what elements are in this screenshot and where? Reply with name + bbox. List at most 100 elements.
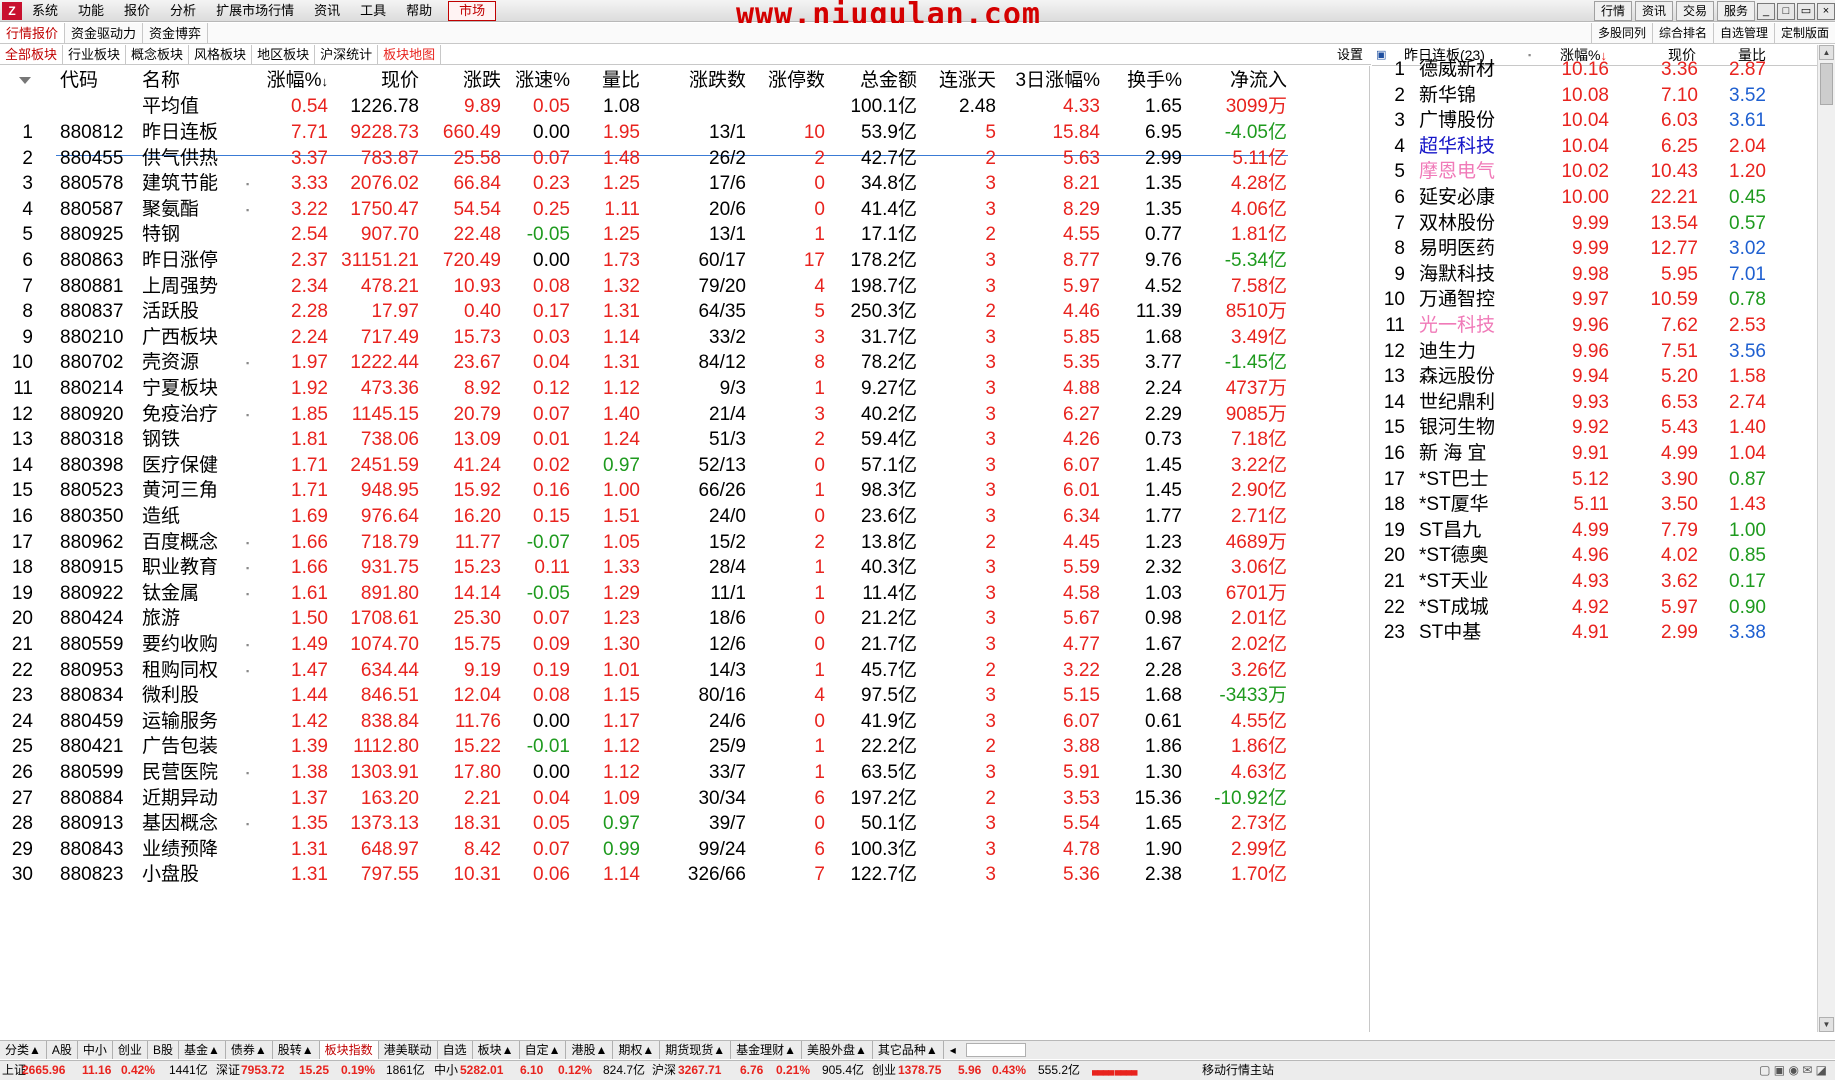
list-item[interactable]: 23 ST中基 4.91 2.99 3.38 <box>1372 618 1817 648</box>
menu-news[interactable]: 资讯 <box>304 0 350 22</box>
maximize-icon[interactable]: ▭ <box>1797 2 1815 20</box>
scroll-down-icon[interactable]: ▼ <box>1819 1017 1834 1032</box>
tab-fund-drive[interactable]: 资金驱动力 <box>65 23 144 43</box>
hs-index-amount: 905.4亿 <box>822 1063 865 1077</box>
menu-extended-market[interactable]: 扩展市场行情 <box>206 0 304 22</box>
close-icon[interactable]: × <box>1817 2 1835 20</box>
market-tab[interactable]: B股 <box>148 1041 179 1059</box>
tab-sector-map[interactable]: 板块地图 <box>378 45 442 64</box>
tab-region-sectors[interactable]: 地区板块 <box>252 45 316 64</box>
sh-index-change: 11.16 <box>82 1063 112 1077</box>
stock-rank: 23 <box>1383 622 1405 644</box>
market-tab[interactable]: 港美联动 <box>379 1041 438 1059</box>
scroll-up-icon[interactable]: ▲ <box>1819 45 1834 60</box>
market-tab[interactable]: 分类▲ <box>0 1041 47 1059</box>
price-change: 10.31 <box>453 864 501 886</box>
settings-button[interactable]: 设置 <box>1337 45 1363 65</box>
tab-multi-stock[interactable]: 多股同列 <box>1590 23 1652 43</box>
zx-index-value: 5282.01 <box>460 1063 504 1077</box>
menu-bar: Z 系统 功能 报价 分析 扩展市场行情 资讯 工具 帮助 市场 www.niu… <box>0 0 1835 32</box>
scroll-thumb[interactable] <box>1820 63 1833 105</box>
hs-index-change: 6.76 <box>740 1063 764 1077</box>
tab-watchlist-manage[interactable]: 自选管理 <box>1712 23 1774 43</box>
horizontal-scrollbar[interactable] <box>965 1043 1026 1057</box>
sz-index-change: 15.25 <box>299 1063 330 1077</box>
status-tray-icons[interactable]: ▢ ▣ ◉ ✉ ◪ <box>1759 1061 1827 1080</box>
stock-price: 2.99 <box>1661 622 1698 644</box>
tab-concept-sectors[interactable]: 概念板块 <box>126 45 190 64</box>
news-button[interactable]: 资讯 <box>1634 1 1673 21</box>
market-tab[interactable]: 板块指数 <box>319 1041 379 1059</box>
menu-function[interactable]: 功能 <box>68 0 114 22</box>
sz-index-label[interactable]: 深证 <box>216 1061 240 1080</box>
app-logo-icon[interactable]: Z <box>2 1 22 20</box>
limit-up-count: 7 <box>814 864 825 886</box>
three-day-pct: 5.36 <box>1063 864 1100 886</box>
market-tab[interactable]: 其它品种▲ <box>873 1041 944 1059</box>
view-tab-bar: 行情报价 资金驱动力 资金博弈 多股同列 综合排名 自选管理 定制版面 <box>0 23 1835 44</box>
market-tab[interactable]: 期货现货▲ <box>660 1041 732 1059</box>
menu-quote[interactable]: 报价 <box>114 0 160 22</box>
tab-quote-list[interactable]: 行情报价 <box>0 23 66 43</box>
market-tab[interactable]: 期权▲ <box>613 1041 661 1059</box>
menu-analysis[interactable]: 分析 <box>160 0 206 22</box>
tab-custom-layout[interactable]: 定制版面 <box>1773 23 1835 43</box>
market-tab[interactable]: 自定▲ <box>520 1041 567 1059</box>
zx-index-label[interactable]: 中小 <box>434 1061 458 1080</box>
market-breadth-bars: ▄▄▄▄ ▄▄▄▄ <box>1092 1065 1138 1075</box>
sort-desc-icon: ↓ <box>321 74 329 89</box>
sz-index-pct: 0.19% <box>341 1063 376 1077</box>
tab-market-stats[interactable]: 沪深统计 <box>315 45 379 64</box>
menu-help[interactable]: 帮助 <box>396 0 442 22</box>
menu-system[interactable]: 系统 <box>22 0 68 22</box>
market-tab[interactable]: 债券▲ <box>226 1041 273 1059</box>
market-tab[interactable]: 创业 <box>113 1041 148 1059</box>
zx-index-pct: 0.12% <box>558 1063 593 1077</box>
zx-index-amount: 824.7亿 <box>603 1063 646 1077</box>
current-price: 797.55 <box>360 864 419 886</box>
market-tab[interactable]: 自选 <box>438 1041 473 1059</box>
stock-volume-ratio: 3.38 <box>1729 622 1766 644</box>
restore-icon[interactable]: □ <box>1777 2 1795 20</box>
trade-button[interactable]: 交易 <box>1675 1 1714 21</box>
minimize-icon[interactable]: _ <box>1757 2 1775 20</box>
turnover: 2.38 <box>1145 864 1182 886</box>
tab-all-sectors[interactable]: 全部板块 <box>0 45 64 64</box>
cy-index-label[interactable]: 创业 <box>872 1061 896 1080</box>
tab-industry-sectors[interactable]: 行业板块 <box>63 45 127 64</box>
tab-style-sectors[interactable]: 风格板块 <box>189 45 253 64</box>
index-status-bar: 上证 2665.96 11.16 0.42% 1441亿 深证 7953.72 … <box>0 1060 1835 1080</box>
market-tab[interactable]: 基金理财▲ <box>731 1041 803 1059</box>
market-tab[interactable]: 基金▲ <box>179 1041 226 1059</box>
menu-tools[interactable]: 工具 <box>350 0 396 22</box>
cy-index-value: 1378.75 <box>898 1063 942 1077</box>
stock-change-pct: 4.91 <box>1572 622 1609 644</box>
market-tab[interactable]: 板块▲ <box>473 1041 520 1059</box>
up-days: 3 <box>985 864 996 886</box>
market-tab-bar: 分类▲ A股 中小 创业 B股 基金▲ 债券▲ 股转▲ 板块指数 港美联动 自选 板块▲ 自定▲ 港股▲ 期… <box>0 1040 1835 1059</box>
sh-index-amount: 1441亿 <box>169 1063 208 1077</box>
cy-index-change: 5.96 <box>958 1063 982 1077</box>
service-button[interactable]: 服务 <box>1716 1 1755 21</box>
tab-fund-game[interactable]: 资金博弈 <box>143 23 209 43</box>
quote-button[interactable]: 行情 <box>1593 1 1632 21</box>
change-speed: 0.06 <box>533 864 570 886</box>
header-pct-label: 涨幅% <box>266 70 322 91</box>
menu-market-button[interactable]: 市场 <box>448 0 497 21</box>
quote-server-label[interactable]: 移动行情主站 <box>1202 1061 1274 1080</box>
market-tab[interactable]: A股 <box>47 1041 78 1059</box>
hs-index-label[interactable]: 沪深 <box>652 1061 676 1080</box>
market-tab[interactable]: 美股外盘▲ <box>802 1041 873 1059</box>
market-tab[interactable]: 港股▲ <box>566 1041 614 1059</box>
sz-index-value: 7953.72 <box>241 1063 285 1077</box>
market-tab[interactable]: 股转▲ <box>273 1041 320 1059</box>
top-right-controls: 行情 资讯 交易 服务 _ □ ▭ × <box>1591 0 1835 22</box>
tab-ranking[interactable]: 综合排名 <box>1651 23 1713 43</box>
table-row[interactable]: 30 880823 小盘股 1.31 797.55 10.31 0.06 1.14 326/66… <box>0 860 1290 890</box>
tab-scroll-left-icon[interactable]: ◂ <box>944 1041 962 1059</box>
up-down-count: 326/66 <box>687 864 746 886</box>
vertical-scrollbar[interactable]: ▲ ▼ <box>1817 45 1835 1032</box>
sector-table: 代码 名称 涨幅%↓ 现价 涨跌 涨速% 量比 涨跌数 涨停数 总金额 连涨天 … <box>0 66 1370 1032</box>
market-tab[interactable]: 中小 <box>78 1041 113 1059</box>
sector-name: 小盘股 <box>142 864 200 886</box>
